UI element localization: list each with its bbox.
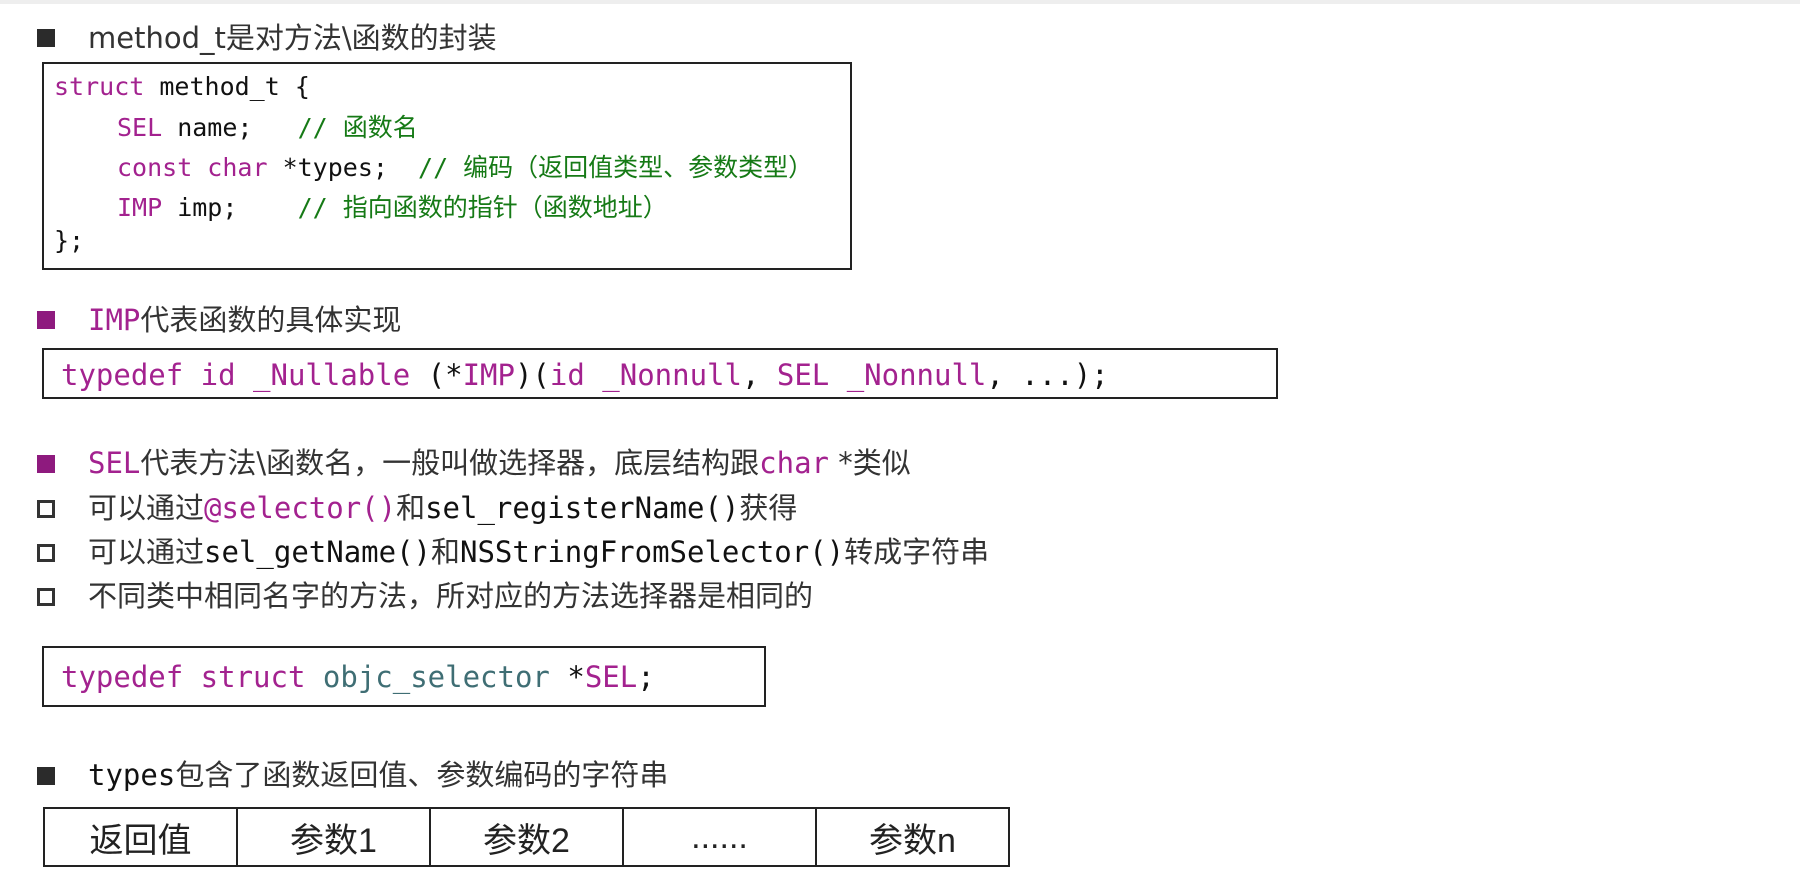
code-type: SEL: [117, 113, 163, 142]
top-divider: [0, 0, 1800, 4]
sel-title-code-char: char: [759, 446, 830, 480]
code-text: ;: [637, 660, 655, 694]
code-type: IMP: [462, 358, 515, 392]
table-row: 返回值 参数1 参数2 ...... 参数n: [43, 807, 1010, 867]
sel-item-code: @selector(): [204, 491, 397, 525]
square-bullet-icon: [37, 311, 55, 329]
code-text: *: [549, 660, 585, 694]
types-encoding-table: 返回值 参数1 参数2 ...... 参数n: [43, 807, 1010, 867]
sel-item-code: NSStringFromSelector(): [460, 535, 845, 569]
code-keyword: typedef struct: [61, 660, 323, 694]
code-text: name;: [162, 113, 298, 142]
code-comment: // 函数名: [297, 113, 418, 142]
sel-item-text: 和: [431, 535, 461, 569]
code-comment: // 编码（返回值类型、参数类型）: [418, 153, 814, 182]
sel-section-title: SEL代表方法\函数名，一般叫做选择器，底层结构跟char *类似: [88, 446, 911, 480]
sel-title-text: 代表方法\函数名，一般叫做选择器，底层结构跟: [140, 446, 760, 480]
code-text: *types;: [267, 153, 419, 182]
code-keyword: typedef id _Nullable: [61, 358, 428, 392]
imp-typedef-line: typedef id _Nullable (*IMP)(id _Nonnull,…: [61, 358, 1109, 392]
types-title-text: 包含了函数返回值、参数编码的字符串: [175, 758, 669, 792]
code-text: ,: [741, 358, 777, 392]
imp-section-title: IMP代表函数的具体实现: [88, 303, 401, 337]
imp-title-code: IMP: [88, 303, 141, 337]
sel-item-1: 可以通过@selector()和sel_registerName()获得: [88, 491, 797, 525]
code-text: )(: [514, 358, 550, 392]
method-section-title: method_t是对方法\函数的封装: [88, 21, 497, 55]
sel-typedef-line: typedef struct objc_selector *SEL;: [61, 660, 655, 694]
imp-typedef-code-block: typedef id _Nullable (*IMP)(id _Nonnull,…: [42, 348, 1278, 399]
hollow-square-bullet-icon: [37, 500, 55, 518]
sel-item-text: 可以通过: [88, 491, 205, 525]
code-keyword: id _Nonnull: [549, 358, 742, 392]
types-title-code: types: [88, 758, 176, 792]
table-cell-ellipsis: ......: [622, 807, 817, 867]
imp-title-text: 代表函数的具体实现: [140, 303, 402, 337]
code-line-5: };: [54, 226, 85, 255]
sel-title-text-2: *类似: [829, 446, 911, 480]
sel-item-text: 转成字符串: [844, 535, 990, 569]
sel-title-code: SEL: [88, 446, 141, 480]
sel-item-code: sel_registerName(): [425, 491, 740, 525]
square-bullet-icon: [37, 767, 55, 785]
sel-item-text: 可以通过: [88, 535, 205, 569]
hollow-square-bullet-icon: [37, 588, 55, 606]
sel-item-text: 和: [396, 491, 426, 525]
code-line-4: IMP imp; // 指向函数的指针（函数地址）: [117, 188, 668, 224]
square-bullet-icon: [37, 455, 55, 473]
hollow-square-bullet-icon: [37, 544, 55, 562]
code-text: , ...);: [986, 358, 1109, 392]
code-type: IMP: [117, 193, 163, 222]
table-cell-param-n: 参数n: [815, 807, 1010, 867]
code-line-3: const char *types; // 编码（返回值类型、参数类型）: [117, 148, 813, 184]
code-line-1: struct method_t {: [54, 72, 310, 101]
sel-item-code: sel_getName(): [204, 535, 431, 569]
sel-typedef-code-block: typedef struct objc_selector *SEL;: [42, 646, 766, 707]
code-type: const char: [117, 153, 268, 182]
sel-item-text: 获得: [739, 491, 798, 525]
code-type: objc_selector: [322, 660, 550, 694]
code-text: method_t {: [144, 72, 310, 101]
method-struct-code-block: struct method_t { SEL name; // 函数名 const…: [42, 62, 852, 270]
code-text: imp;: [162, 193, 298, 222]
code-line-2: SEL name; // 函数名: [117, 108, 418, 144]
code-keyword: SEL _Nonnull: [776, 358, 987, 392]
code-keyword: struct: [54, 72, 145, 101]
code-type: SEL: [584, 660, 638, 694]
code-text: (*: [427, 358, 463, 392]
table-cell-param-2: 参数2: [429, 807, 624, 867]
table-cell-return-value: 返回值: [43, 807, 238, 867]
table-cell-param-1: 参数1: [236, 807, 431, 867]
sel-item-3: 不同类中相同名字的方法，所对应的方法选择器是相同的: [88, 579, 814, 613]
code-comment: // 指向函数的指针（函数地址）: [297, 193, 668, 222]
types-section-title: types包含了函数返回值、参数编码的字符串: [88, 758, 668, 792]
square-bullet-icon: [37, 29, 55, 47]
sel-item-2: 可以通过sel_getName()和NSStringFromSelector()…: [88, 535, 989, 569]
